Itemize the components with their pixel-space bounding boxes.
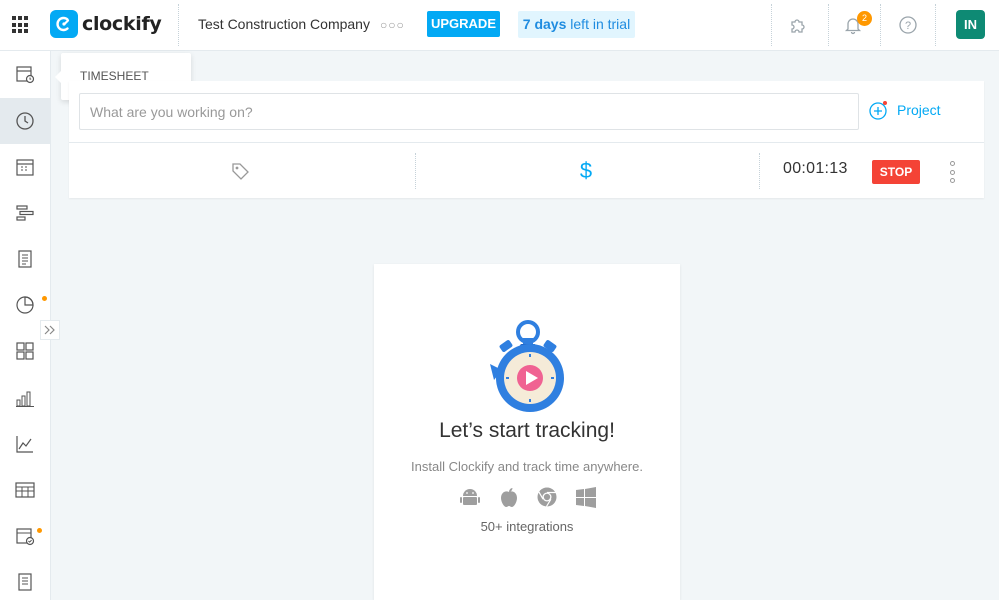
dashboard-icon bbox=[16, 342, 34, 360]
upgrade-button[interactable]: UPGRADE bbox=[427, 11, 500, 37]
notification-badge: 2 bbox=[857, 11, 872, 26]
schedule-icon bbox=[16, 205, 34, 221]
sidebar-item-schedule[interactable] bbox=[0, 190, 50, 236]
approvals-icon bbox=[16, 528, 35, 546]
timer-display[interactable]: 00:01:13 bbox=[783, 160, 848, 178]
platform-icons bbox=[458, 485, 598, 509]
android-icon[interactable] bbox=[458, 485, 482, 509]
integrations-link[interactable]: 50+ integrations bbox=[374, 519, 680, 534]
app-grid-icon[interactable] bbox=[12, 16, 30, 34]
empty-state-card: Let’s start tracking! Install Clockify a… bbox=[374, 264, 680, 600]
time-off-dot bbox=[42, 296, 47, 301]
activity-icon bbox=[16, 436, 33, 453]
trial-suffix: left in trial bbox=[566, 16, 631, 32]
expenses-icon bbox=[18, 250, 32, 268]
reports-icon bbox=[16, 391, 34, 407]
sidebar-item-kiosk[interactable] bbox=[0, 467, 50, 513]
divider bbox=[759, 153, 760, 189]
divider bbox=[178, 4, 179, 46]
stopwatch-illustration-icon bbox=[490, 320, 564, 412]
workspace-more-icon[interactable]: ○○○ bbox=[380, 18, 405, 32]
add-project-icon bbox=[869, 101, 887, 120]
trial-days: 7 days bbox=[522, 16, 567, 32]
sidebar-item-time-tracker[interactable] bbox=[0, 98, 50, 144]
divider bbox=[880, 4, 881, 46]
integrations-puzzle-icon[interactable] bbox=[785, 12, 811, 38]
sidebar-item-invoices[interactable] bbox=[0, 559, 50, 600]
divider bbox=[935, 4, 936, 46]
kiosk-icon bbox=[15, 482, 35, 498]
sidebar-item-timesheet[interactable] bbox=[0, 51, 50, 97]
empty-state-subtitle: Install Clockify and track time anywhere… bbox=[411, 459, 643, 474]
project-button[interactable]: Project bbox=[869, 99, 941, 121]
description-input[interactable] bbox=[79, 93, 859, 130]
empty-state-title: Let’s start tracking! bbox=[439, 419, 615, 442]
clock-icon bbox=[16, 112, 34, 130]
sidebar-item-expenses[interactable] bbox=[0, 236, 50, 282]
tracker-controls: $ 00:01:13 STOP bbox=[69, 142, 984, 198]
expand-sidebar-button[interactable] bbox=[40, 320, 60, 340]
svg-text:?: ? bbox=[905, 20, 911, 32]
top-bar: clockify Test Construction Company ○○○ U… bbox=[0, 0, 999, 51]
workspace-name[interactable]: Test Construction Company bbox=[198, 16, 370, 32]
time-tracker-bar: Project $ 00:01:13 STOP bbox=[69, 81, 984, 198]
time-off-icon bbox=[16, 296, 34, 314]
double-chevron-right-icon bbox=[44, 325, 55, 335]
tag-icon[interactable] bbox=[230, 161, 250, 181]
logo-text: clockify bbox=[82, 13, 162, 35]
more-options-icon[interactable] bbox=[947, 161, 957, 183]
divider bbox=[828, 4, 829, 46]
divider bbox=[415, 153, 416, 189]
sidebar-item-activity[interactable] bbox=[0, 421, 50, 467]
divider bbox=[771, 4, 772, 46]
sidebar-item-approvals[interactable] bbox=[0, 513, 50, 559]
clockify-logo-icon bbox=[50, 10, 78, 38]
approvals-dot bbox=[37, 528, 42, 533]
calendar-icon bbox=[16, 159, 34, 176]
billable-dollar-icon[interactable]: $ bbox=[576, 158, 596, 183]
project-label: Project bbox=[897, 102, 941, 118]
chrome-icon[interactable] bbox=[535, 485, 559, 509]
timesheet-icon bbox=[16, 66, 35, 84]
invoices-icon bbox=[18, 573, 32, 591]
windows-icon[interactable] bbox=[574, 485, 598, 509]
sidebar-item-calendar[interactable] bbox=[0, 144, 50, 190]
trial-banner[interactable]: 7 days left in trial bbox=[518, 11, 635, 38]
clockify-logo[interactable]: clockify bbox=[50, 10, 162, 38]
sidebar-item-reports[interactable] bbox=[0, 375, 50, 421]
stop-button[interactable]: STOP bbox=[872, 160, 920, 184]
apple-icon[interactable] bbox=[497, 485, 521, 509]
help-icon[interactable]: ? bbox=[895, 12, 921, 38]
avatar[interactable]: IN bbox=[956, 10, 985, 39]
